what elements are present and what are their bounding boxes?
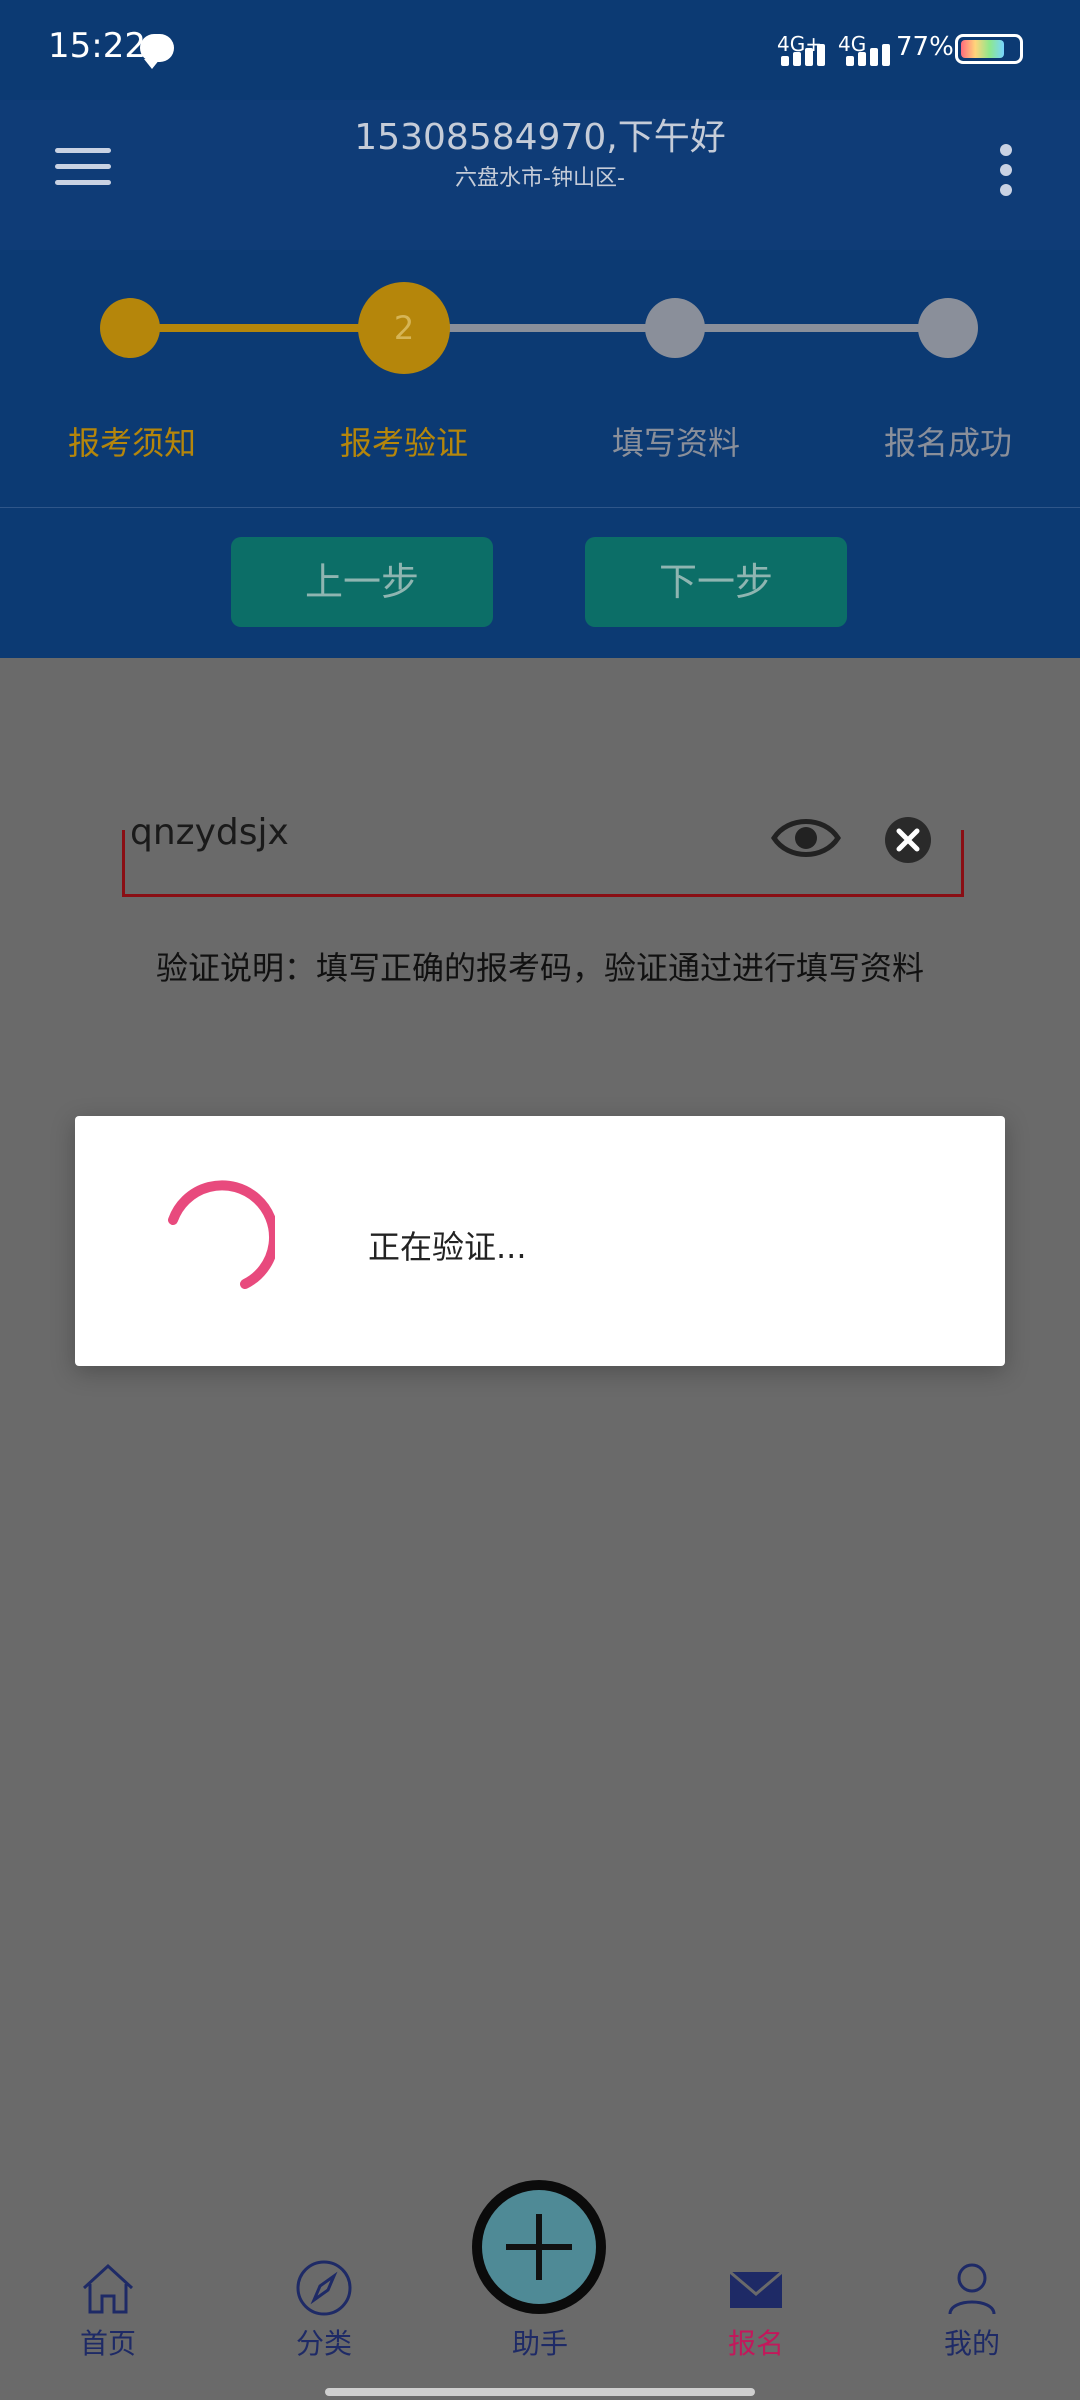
signal-bars-icon <box>846 40 892 66</box>
greeting-title: 15308584970,下午好 <box>354 117 726 158</box>
compass-icon[interactable] <box>294 2258 354 2318</box>
step-label-3: 填写资料 <box>611 424 740 462</box>
step-label-4: 报名成功 <box>883 424 1012 462</box>
plus-icon[interactable] <box>482 2190 596 2304</box>
verification-note: 验证说明：填写正确的报考码，验证通过进行填写资料 <box>155 949 924 987</box>
mail-icon[interactable] <box>726 2258 786 2318</box>
message-icon <box>140 34 174 69</box>
step-node-1 <box>100 298 160 358</box>
progress-stepper <box>0 260 1080 500</box>
location-subtitle: 六盘水市-钟山区- <box>455 166 625 191</box>
tab-signup[interactable]: 报名 <box>676 2322 836 2362</box>
divider <box>0 507 1080 508</box>
step-node-3 <box>645 298 705 358</box>
clear-input-icon[interactable] <box>884 816 932 864</box>
user-icon[interactable] <box>942 2258 1002 2318</box>
loading-spinner-icon <box>155 1178 279 1298</box>
step-node-2-current: 2 <box>358 282 450 374</box>
tab-assistant[interactable]: 助手 <box>460 2322 620 2362</box>
next-step-button[interactable]: 下一步 <box>585 537 847 627</box>
prev-step-button[interactable]: 上一步 <box>231 537 493 627</box>
show-password-eye-icon[interactable] <box>770 812 842 864</box>
step-label-1: 报考须知 <box>67 424 196 462</box>
home-indicator <box>325 2388 755 2396</box>
status-bar: 15:22 4G+ 4G 77% <box>0 0 1080 100</box>
step-node-4 <box>918 298 978 358</box>
exam-code-input[interactable]: qnzydsjx <box>130 812 289 853</box>
tab-mine[interactable]: 我的 <box>892 2322 1052 2362</box>
loading-text: 正在验证... <box>368 1228 527 1266</box>
step-label-2: 报考验证 <box>339 424 468 462</box>
battery-percent: 77% <box>896 32 954 62</box>
battery-fill <box>961 40 1004 58</box>
tab-home[interactable]: 首页 <box>28 2322 188 2362</box>
tab-category[interactable]: 分类 <box>244 2322 404 2362</box>
home-icon[interactable] <box>78 2258 138 2318</box>
more-options-icon[interactable] <box>1000 144 1014 196</box>
status-time: 15:22 <box>48 26 146 66</box>
battery-icon <box>955 34 1023 64</box>
signal-bars-icon <box>781 40 827 66</box>
